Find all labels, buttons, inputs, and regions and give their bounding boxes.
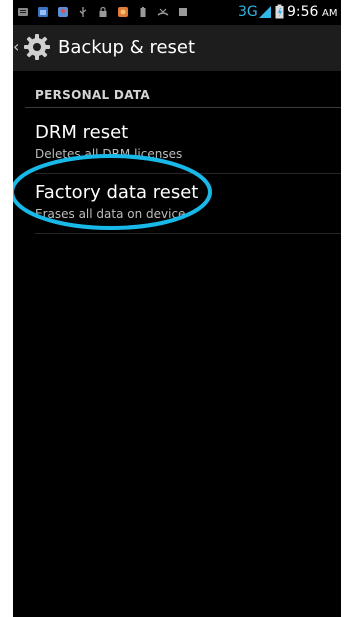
page-title: Backup & reset (58, 37, 196, 58)
section-divider (25, 107, 341, 108)
row-divider (35, 233, 341, 234)
calendar-icon (38, 7, 48, 17)
network-type: 3G (238, 4, 258, 20)
battery-icon (275, 4, 284, 19)
up-navigation-icon[interactable]: ‹ (13, 38, 19, 56)
section-header-personal-data: PERSONAL DATA (35, 88, 150, 102)
status-bar: 3G 9:56 AM (13, 0, 341, 25)
clock-ampm: AM (322, 8, 338, 19)
contact-icon (58, 7, 68, 17)
settings-gear-icon[interactable] (22, 32, 52, 62)
lock-icon (99, 6, 107, 17)
item-title: DRM reset (35, 122, 129, 143)
signal-icon (259, 6, 271, 18)
app-icon (118, 7, 128, 17)
missed-call-icon (157, 8, 169, 16)
battery-small-icon (140, 7, 146, 17)
storage-icon (179, 8, 187, 16)
sms-icon (18, 8, 28, 16)
action-bar[interactable]: ‹ Backup & reset (13, 25, 341, 71)
highlight-annotation-ellipse (13, 154, 212, 230)
phone-screen: 3G 9:56 AM ‹ Backup & reset PERSONAL DAT… (13, 0, 341, 617)
usb-icon (79, 7, 87, 17)
clock-time: 9:56 (287, 4, 319, 20)
